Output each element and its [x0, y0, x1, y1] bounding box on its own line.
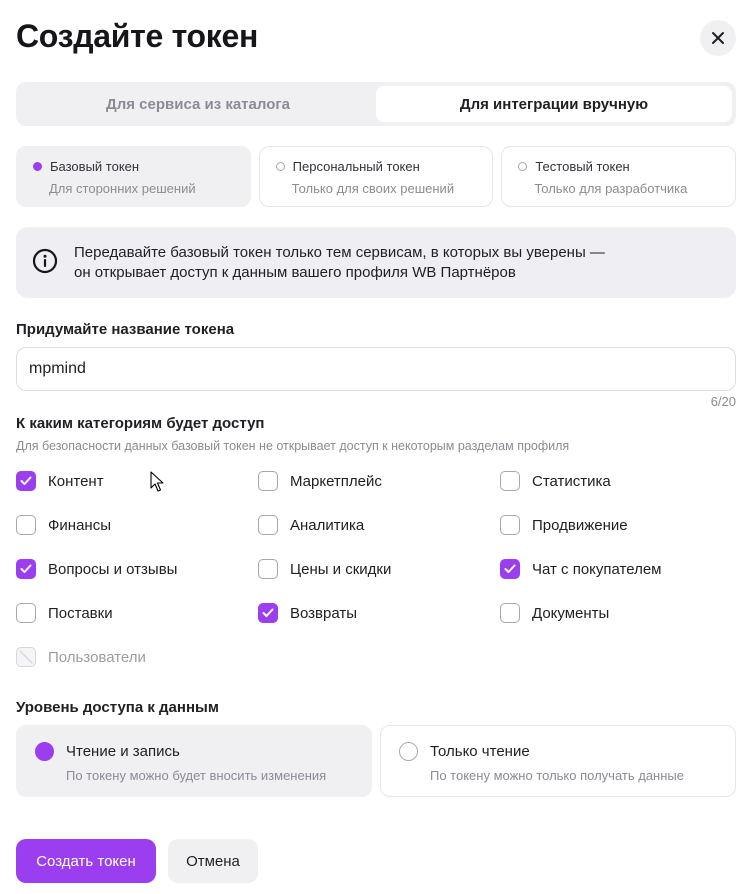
- token-type-subtitle: Только для разработчика: [534, 181, 688, 196]
- tab-catalog-service[interactable]: Для сервиса из каталога: [20, 86, 376, 122]
- checkbox-box: [16, 515, 36, 535]
- category-label: Поставки: [48, 604, 113, 622]
- tab-manual-integration[interactable]: Для интеграции вручную: [376, 86, 732, 122]
- token-type-subtitle: Только для своих решений: [291, 181, 455, 196]
- radio-dot-icon: [518, 162, 528, 171]
- checkmark-icon: [20, 564, 32, 573]
- token-type-personal[interactable]: Персональный токен Только для своих реше…: [258, 146, 494, 207]
- category-label: Маркетплейс: [290, 472, 382, 490]
- access-title: Только чтение: [430, 743, 530, 760]
- category-checkbox[interactable]: Цены и скидки: [258, 558, 391, 580]
- mode-tabs: Для сервиса из каталога Для интеграции в…: [16, 82, 736, 126]
- token-name-input[interactable]: [16, 347, 736, 391]
- mouse-cursor-icon: [150, 471, 164, 492]
- category-label: Аналитика: [290, 516, 365, 534]
- token-type-title: Тестовый токен: [535, 159, 630, 174]
- category-label: Контент: [48, 472, 104, 490]
- category-checkbox[interactable]: Статистика: [500, 470, 611, 492]
- checkbox-box: [258, 603, 278, 623]
- radio-icon: [399, 742, 418, 761]
- token-type-title: Базовый токен: [50, 159, 140, 174]
- close-button[interactable]: [700, 20, 736, 56]
- category-checkbox[interactable]: Документы: [500, 602, 609, 624]
- category-label: Пользователи: [48, 648, 146, 666]
- checkbox-box: [500, 471, 520, 491]
- checkmark-icon: [262, 608, 274, 617]
- category-label: Финансы: [48, 516, 111, 534]
- category-checkbox[interactable]: Возвраты: [258, 602, 357, 624]
- token-type-subtitle: Для сторонних решений: [49, 181, 196, 196]
- category-label: Статистика: [532, 472, 611, 490]
- info-line: он открывает доступ к данным вашего проф…: [74, 263, 516, 281]
- category-checkbox: Пользователи: [16, 646, 146, 668]
- close-icon: [712, 32, 724, 44]
- category-label: Документы: [532, 604, 610, 622]
- radio-dot-icon: [33, 162, 42, 171]
- checkbox-box: [16, 647, 36, 667]
- checkbox-box: [500, 559, 520, 579]
- access-read-write[interactable]: Чтение и запись По токену можно будет вн…: [16, 725, 372, 797]
- checkbox-box: [16, 559, 36, 579]
- category-checkbox[interactable]: Контент: [16, 470, 104, 492]
- category-label: Вопросы и отзывы: [48, 560, 178, 578]
- page-title: Создайте токен: [16, 18, 259, 54]
- access-subtitle: По токену можно будет вносить изменения: [66, 768, 327, 783]
- token-type-test[interactable]: Тестовый токен Только для разработчика: [501, 146, 737, 207]
- access-level-selector: Чтение и запись По токену можно будет вн…: [16, 725, 736, 797]
- info-icon: [32, 248, 58, 273]
- info-line: Передавайте базовый токен только тем сер…: [74, 243, 605, 261]
- category-checkbox[interactable]: Поставки: [16, 602, 113, 624]
- token-name-label: Придумайте название токена: [16, 321, 235, 338]
- checkbox-box: [258, 471, 278, 491]
- category-checkbox[interactable]: Финансы: [16, 514, 111, 536]
- categories-hint: Для безопасности данных базовый токен не…: [16, 439, 570, 453]
- category-label: Чат с покупателем: [532, 560, 662, 578]
- access-title: Чтение и запись: [66, 743, 180, 760]
- categories-label: К каким категориям будет доступ: [16, 415, 265, 432]
- disabled-hatch-icon: [19, 650, 33, 664]
- cancel-button[interactable]: Отмена: [168, 839, 258, 883]
- token-type-selector: Базовый токен Для сторонних решений Перс…: [16, 146, 737, 207]
- token-type-title: Персональный токен: [292, 159, 420, 174]
- checkbox-box: [16, 603, 36, 623]
- checkmark-icon: [20, 476, 32, 485]
- category-checkbox[interactable]: Аналитика: [258, 514, 364, 536]
- checkbox-box: [258, 515, 278, 535]
- checkbox-box: [500, 603, 520, 623]
- checkmark-icon: [504, 564, 516, 573]
- category-label: Продвижение: [532, 516, 628, 534]
- access-read-only[interactable]: Только чтение По токену можно только пол…: [380, 725, 736, 797]
- access-level-label: Уровень доступа к данным: [16, 699, 219, 716]
- category-checkbox[interactable]: Продвижение: [500, 514, 628, 536]
- category-checkbox[interactable]: Вопросы и отзывы: [16, 558, 177, 580]
- checkbox-box: [258, 559, 278, 579]
- create-token-button[interactable]: Создать токен: [16, 839, 156, 883]
- checkbox-box: [500, 515, 520, 535]
- info-banner: Передавайте базовый токен только тем сер…: [16, 227, 736, 298]
- checkbox-box: [16, 471, 36, 491]
- category-label: Возвраты: [290, 604, 358, 622]
- token-type-basic[interactable]: Базовый токен Для сторонних решений: [16, 146, 251, 207]
- radio-icon: [35, 742, 54, 761]
- access-subtitle: По токену можно только получать данные: [430, 768, 684, 783]
- category-checkbox[interactable]: Маркетплейс: [258, 470, 382, 492]
- category-checkbox[interactable]: Чат с покупателем: [500, 558, 662, 580]
- radio-dot-icon: [275, 162, 285, 171]
- category-label: Цены и скидки: [290, 560, 392, 578]
- char-counter: 6/20: [710, 394, 736, 409]
- info-text: Передавайте базовый токен только тем сер…: [74, 243, 605, 283]
